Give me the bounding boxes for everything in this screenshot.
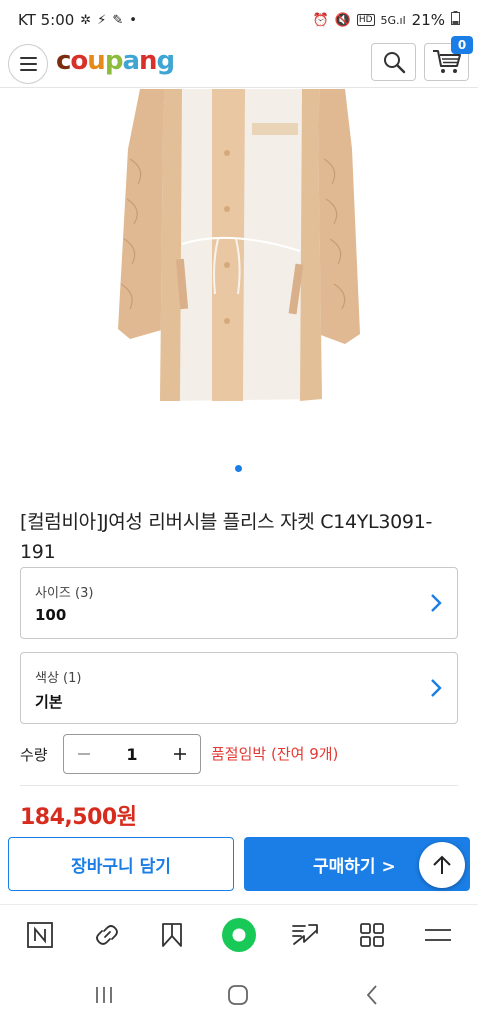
system-nav-bar [0, 966, 478, 1024]
recent-apps-icon[interactable] [89, 982, 119, 1008]
product-image[interactable] [0, 89, 478, 419]
search-icon [383, 52, 405, 74]
bolt-icon: ⚡ [97, 12, 107, 28]
size-option-select[interactable]: 사이즈 (3) 100 [20, 567, 458, 639]
battery-level: 21% [411, 11, 445, 29]
arrow-up-icon [433, 855, 451, 874]
color-option-value: 기본 [35, 693, 63, 711]
link-icon[interactable] [91, 919, 123, 951]
back-icon[interactable] [357, 982, 387, 1008]
plus-icon [174, 748, 186, 760]
chevron-right-icon [431, 594, 442, 612]
coupang-logo[interactable]: coupang [56, 46, 176, 76]
size-option-label: 사이즈 (3) [35, 586, 94, 601]
status-right: ⏰ 🔇 HD 5G.ıl 21% [312, 11, 460, 29]
quantity-plus-button[interactable] [160, 735, 200, 773]
quantity-label: 수량 [20, 746, 48, 764]
mute-icon: 🔇 [334, 12, 351, 28]
color-option-select[interactable]: 색상 (1) 기본 [20, 652, 458, 724]
status-bar: KT 5:00 ✲ ⚡ ✎ • ⏰ 🔇 HD 5G.ıl 21% [0, 0, 478, 40]
signal-icon: 5G.ıl [380, 13, 406, 27]
pen-icon: ✎ [112, 12, 124, 28]
menu-line [19, 63, 37, 65]
alarm-icon: ⏰ [312, 12, 329, 28]
logo-letter: o [70, 46, 88, 76]
fan-icon: ✲ [80, 12, 92, 28]
cart-count-badge: 0 [451, 36, 473, 54]
logo-letter: n [138, 46, 157, 76]
share-icon[interactable] [289, 919, 321, 951]
menu-button[interactable] [8, 44, 48, 84]
scroll-to-top-button[interactable] [419, 842, 465, 888]
logo-letter: a [122, 46, 140, 76]
menu-line [19, 69, 37, 71]
browser-toolbar [0, 904, 478, 964]
logo-letter: g [156, 46, 176, 76]
product-title: [컬럼비아]J여성 리버시블 플리스 자켓 C14YL3091-191 [20, 511, 433, 563]
minus-icon [78, 753, 90, 755]
home-green-icon[interactable] [221, 917, 257, 953]
size-option-value: 100 [35, 606, 67, 624]
hd-icon: HD [356, 14, 375, 26]
home-icon[interactable] [223, 982, 253, 1008]
logo-letter: p [104, 46, 124, 76]
quantity-stepper: 1 [63, 734, 201, 774]
quantity-input[interactable]: 1 [104, 745, 160, 764]
color-option-label: 색상 (1) [35, 671, 82, 686]
naver-n-icon[interactable] [24, 919, 56, 951]
header: coupang 0 [0, 36, 478, 88]
carrier-time: KT 5:00 [18, 11, 75, 29]
bookmark-icon[interactable] [156, 919, 188, 951]
stock-warning: 품절임박 (잔여 9개) [211, 745, 339, 763]
apps-grid-icon[interactable] [356, 919, 388, 951]
logo-letter: u [87, 46, 105, 76]
quantity-minus-button[interactable] [64, 735, 104, 773]
status-left: KT 5:00 ✲ ⚡ ✎ • [18, 11, 137, 29]
carousel-dot [235, 465, 242, 472]
chevron-right-icon [431, 679, 442, 697]
add-to-cart-button[interactable]: 장바구니 담기 [8, 837, 234, 891]
jacket-illustration [118, 89, 360, 401]
menu-lines-icon[interactable] [422, 919, 454, 951]
product-price: 184,500원 [20, 805, 137, 830]
logo-letter: c [56, 46, 71, 76]
menu-line [19, 57, 37, 59]
battery-icon [451, 11, 460, 29]
search-button[interactable] [371, 43, 416, 81]
divider [20, 785, 458, 786]
dot-icon: • [129, 12, 137, 28]
